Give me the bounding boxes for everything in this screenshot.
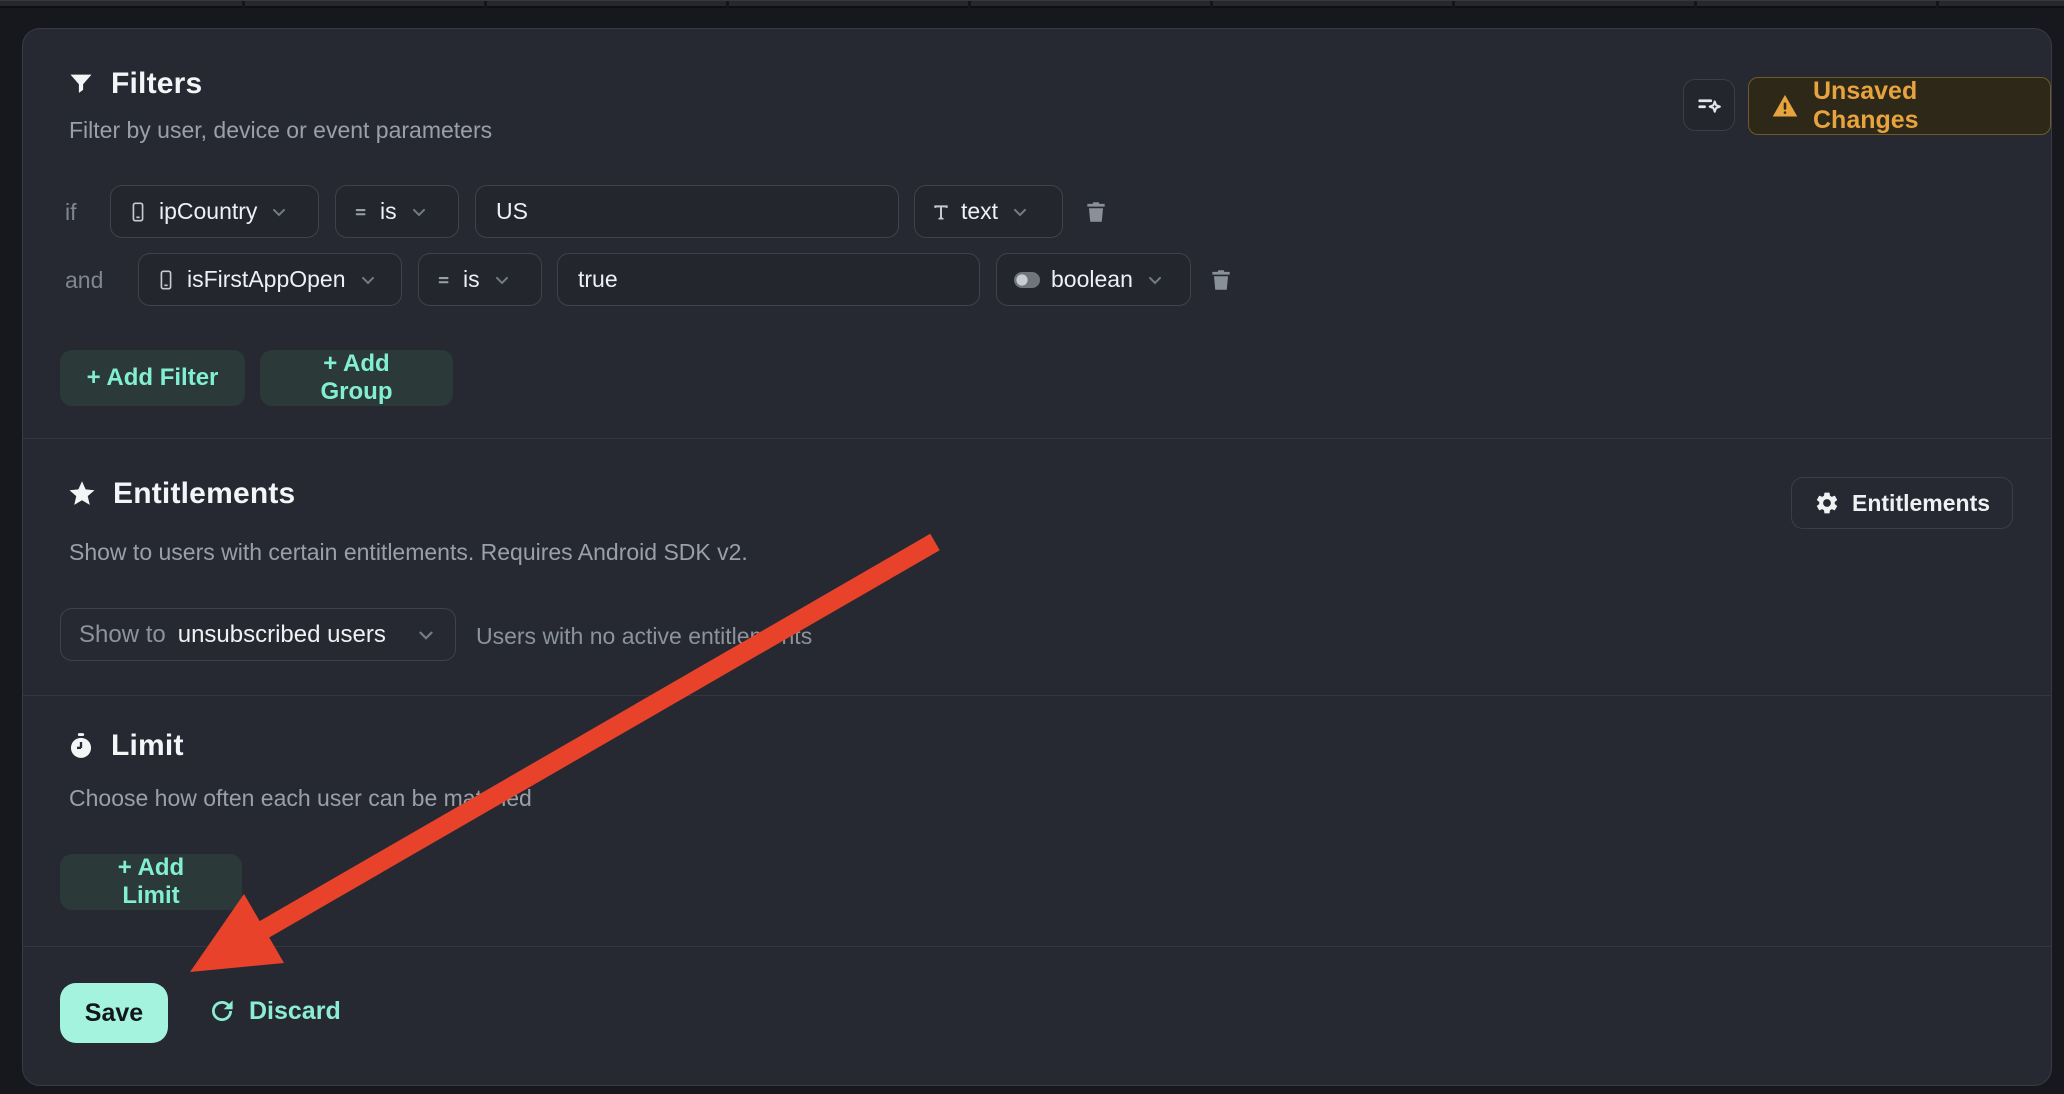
delete-filter-button[interactable] <box>1079 192 1113 232</box>
campaign-settings-panel: Filters Unsaved Changes Filter by user, … <box>22 28 2052 1086</box>
tab-separator <box>242 1 245 9</box>
filters-title-text: Filters <box>111 67 202 101</box>
filter-value-input[interactable] <box>557 253 980 306</box>
trash-icon <box>1083 199 1109 225</box>
add-group-button[interactable]: + Add Group <box>260 350 453 406</box>
footer-divider <box>23 946 2051 947</box>
filter-operator-dropdown[interactable]: is <box>335 185 459 238</box>
entitlements-section-title: Entitlements <box>67 477 295 511</box>
filter-field-dropdown[interactable]: ipCountry <box>110 185 319 238</box>
device-phone-icon <box>155 269 177 291</box>
star-icon <box>67 479 97 509</box>
warning-triangle-icon <box>1771 92 1799 120</box>
chevron-down-icon <box>492 270 512 290</box>
tab-separator <box>1694 1 1697 9</box>
limit-subtitle: Choose how often each user can be matche… <box>69 785 532 812</box>
discard-button[interactable]: Discard <box>201 995 347 1027</box>
filter-field-label: ipCountry <box>159 198 257 225</box>
chevron-down-icon <box>409 202 429 222</box>
unsaved-changes-label: Unsaved Changes <box>1813 77 2028 135</box>
equals-icon <box>435 271 453 289</box>
filter-list-sparkle-icon <box>1694 90 1724 120</box>
device-phone-icon <box>127 201 149 223</box>
add-limit-button[interactable]: + Add Limit <box>60 854 242 910</box>
filter-type-label: boolean <box>1051 266 1133 293</box>
section-divider <box>23 438 2051 439</box>
filter-type-dropdown[interactable]: boolean <box>996 253 1191 306</box>
entitlements-settings-button[interactable]: Entitlements <box>1791 477 2013 529</box>
browser-tab-strip <box>0 0 2064 8</box>
equals-icon <box>352 203 370 221</box>
section-divider <box>23 695 2051 696</box>
tab-separator <box>726 1 729 9</box>
tab-separator <box>1452 1 1455 9</box>
tab-separator <box>484 1 487 9</box>
add-filter-button[interactable]: + Add Filter <box>60 350 245 406</box>
trash-icon <box>1208 267 1234 293</box>
filter-funnel-icon <box>67 70 95 98</box>
limit-title-text: Limit <box>111 729 184 763</box>
filter-type-dropdown[interactable]: text <box>914 185 1063 238</box>
filter-operator-dropdown[interactable]: is <box>418 253 542 306</box>
discard-label: Discard <box>249 997 341 1026</box>
show-to-value: unsubscribed users <box>178 621 386 649</box>
show-to-helper-text: Users with no active entitlements <box>476 623 812 650</box>
filter-connector-if: if <box>65 199 77 226</box>
entitlements-title-text: Entitlements <box>113 477 295 511</box>
filter-field-dropdown[interactable]: isFirstAppOpen <box>138 253 402 306</box>
chevron-down-icon <box>415 624 437 646</box>
filter-operator-label: is <box>380 198 397 225</box>
entitlements-subtitle: Show to users with certain entitlements.… <box>69 539 748 566</box>
show-to-label: Show to <box>79 621 166 649</box>
entitlements-button-label: Entitlements <box>1852 490 1990 517</box>
filter-list-sparkle-button[interactable] <box>1683 79 1735 131</box>
show-to-dropdown[interactable]: Show to unsubscribed users <box>60 608 456 661</box>
chevron-down-icon <box>358 270 378 290</box>
chevron-down-icon <box>269 202 289 222</box>
filters-section-title: Filters <box>67 67 202 101</box>
toggle-boolean-icon <box>1013 271 1041 289</box>
limit-section-title: Limit <box>67 729 184 763</box>
tab-separator <box>968 1 971 9</box>
refresh-icon <box>207 996 237 1026</box>
chevron-down-icon <box>1010 202 1030 222</box>
gear-icon <box>1814 490 1840 516</box>
chevron-down-icon <box>1145 270 1165 290</box>
text-type-icon <box>931 202 951 222</box>
filter-connector-and: and <box>65 267 103 294</box>
save-button[interactable]: Save <box>60 983 168 1043</box>
stopwatch-icon <box>67 732 95 760</box>
filter-value-input[interactable] <box>475 185 899 238</box>
filter-field-label: isFirstAppOpen <box>187 266 346 293</box>
tab-separator <box>1210 1 1213 9</box>
filter-operator-label: is <box>463 266 480 293</box>
unsaved-changes-badge: Unsaved Changes <box>1748 77 2051 135</box>
filters-subtitle: Filter by user, device or event paramete… <box>69 117 492 144</box>
tab-separator <box>1936 1 1939 9</box>
filter-type-label: text <box>961 198 998 225</box>
delete-filter-button[interactable] <box>1204 260 1238 300</box>
